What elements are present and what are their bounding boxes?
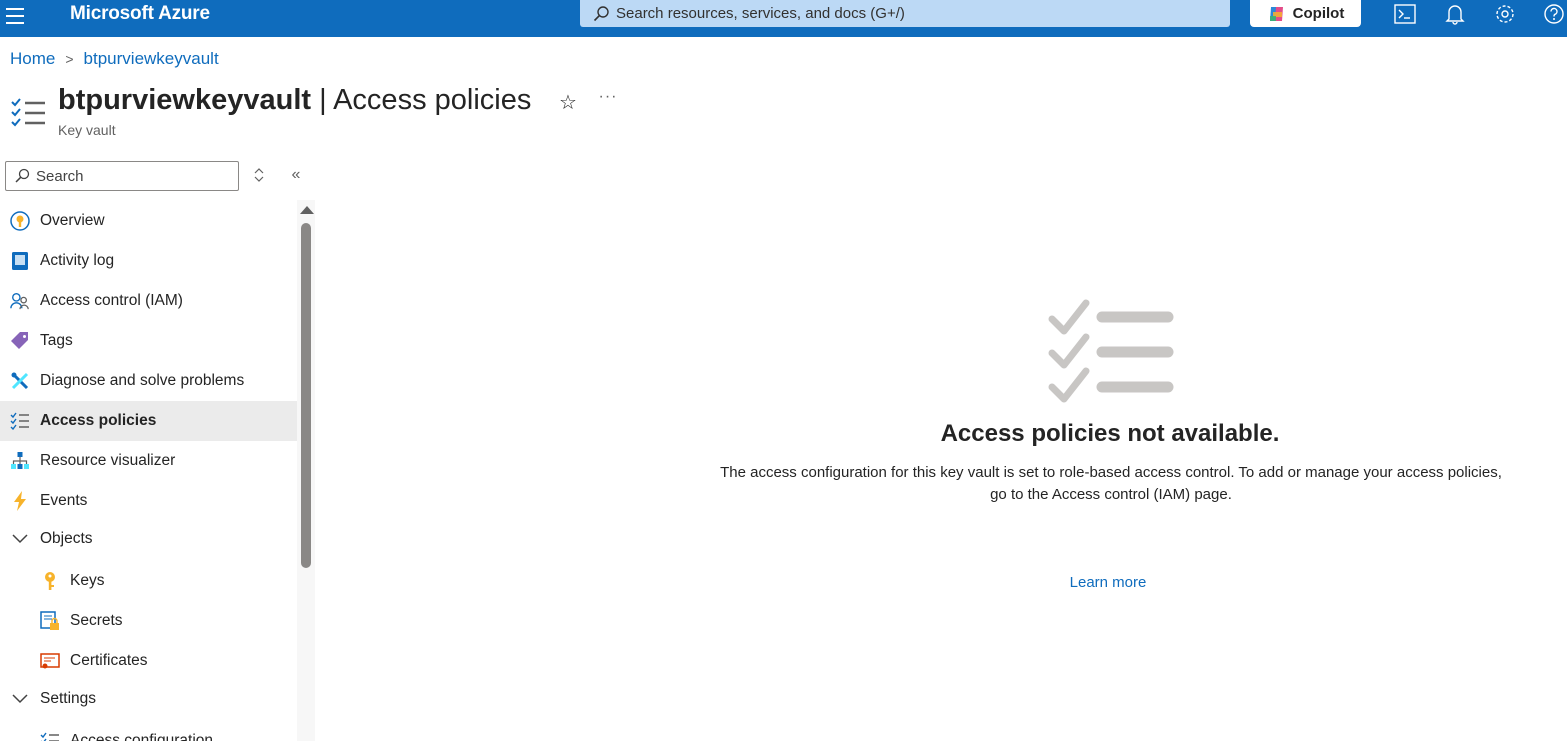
title-divider: | (311, 84, 334, 116)
sidebar-item-label: Access control (IAM) (40, 292, 183, 309)
sidebar-item-label: Resource visualizer (40, 452, 176, 469)
wrench-icon (10, 371, 30, 391)
sidebar-item-label: Activity log (40, 252, 115, 269)
sidebar-item-overview[interactable]: Overview (0, 201, 297, 241)
sidebar-search-input[interactable] (5, 161, 239, 191)
more-options-icon[interactable]: ··· (596, 88, 620, 112)
copilot-label: Copilot (1292, 5, 1345, 22)
learn-more-link[interactable]: Learn more (1000, 574, 1216, 591)
favorite-star-icon[interactable]: ☆ (556, 90, 580, 114)
resource-type: Key vault (58, 122, 116, 138)
sidebar-item-label: Access configuration (70, 732, 214, 741)
checklist-icon (40, 731, 60, 741)
copilot-button[interactable]: Copilot (1250, 0, 1361, 27)
breadcrumb: Home > btpurviewkeyvault (10, 49, 219, 69)
breadcrumb-keyvault-link[interactable]: btpurviewkeyvault (84, 49, 219, 69)
cloud-shell-icon[interactable] (1393, 2, 1417, 26)
empty-checklist-icon (1048, 299, 1174, 403)
sidebar-item-access-configuration[interactable]: Access configuration (0, 721, 297, 741)
sidebar-item-access-policies[interactable]: Access policies (0, 401, 297, 441)
sidebar-item-label: Diagnose and solve problems (40, 372, 245, 389)
global-search-placeholder: Search resources, services, and docs (G+… (616, 5, 905, 22)
sidebar-item-label: Tags (40, 332, 73, 349)
empty-state-line-1: The access configuration for this key va… (720, 464, 1502, 481)
sidebar-group-settings[interactable]: Settings (0, 679, 297, 719)
iam-icon (10, 291, 30, 311)
empty-state-title: Access policies not available. (940, 420, 1280, 447)
sidebar-item-diagnose[interactable]: Diagnose and solve problems (0, 361, 297, 401)
sidebar-item-activity-log[interactable]: Activity log (0, 241, 297, 281)
activity-log-icon (10, 251, 30, 271)
sidebar-item-resource-visualizer[interactable]: Resource visualizer (0, 441, 297, 481)
overview-icon (10, 211, 30, 231)
sidebar-item-label: Secrets (70, 612, 123, 629)
expand-collapse-icon[interactable] (250, 166, 268, 186)
chevron-down-icon (10, 689, 30, 709)
secret-icon (40, 611, 60, 631)
sidebar-item-label: Objects (40, 530, 93, 547)
sidebar-item-label: Overview (40, 212, 105, 229)
empty-state-line-2: go to the Access control (IAM) page. (990, 486, 1232, 503)
scroll-up-icon[interactable] (300, 206, 314, 214)
page-title: btpurviewkeyvault | Access policies (58, 84, 531, 117)
sidebar-item-label: Settings (40, 690, 97, 707)
sidebar-item-events[interactable]: Events (0, 481, 297, 521)
resource-name: btpurviewkeyvault (58, 84, 312, 116)
certificate-icon (40, 651, 60, 671)
chevron-down-icon (10, 529, 30, 549)
sidebar-item-certificates[interactable]: Certificates (0, 641, 297, 681)
help-icon[interactable] (1542, 2, 1566, 26)
sidebar-group-objects[interactable]: Objects (0, 519, 297, 559)
lightning-icon (10, 491, 30, 511)
breadcrumb-home-link[interactable]: Home (10, 49, 55, 69)
search-icon (593, 5, 609, 21)
sidebar-item-tags[interactable]: Tags (0, 321, 297, 361)
checklist-icon (11, 98, 45, 127)
menu-icon[interactable] (6, 8, 24, 24)
breadcrumb-separator: > (65, 51, 74, 67)
sidebar-nav: Overview Activity log Access control (IA… (0, 200, 297, 741)
search-icon (15, 168, 30, 183)
scrollbar-thumb[interactable] (301, 223, 311, 568)
copilot-icon (1269, 6, 1283, 21)
sidebar-item-label: Events (40, 492, 88, 509)
blade-name: Access policies (333, 84, 532, 116)
top-bar: Microsoft Azure Search resources, servic… (0, 0, 1567, 37)
sidebar-item-access-control[interactable]: Access control (IAM) (0, 281, 297, 321)
sidebar-item-label: Access policies (40, 412, 157, 429)
key-icon (40, 571, 60, 591)
sidebar-search-field[interactable] (36, 167, 216, 185)
settings-icon[interactable] (1493, 2, 1517, 26)
sidebar-item-keys[interactable]: Keys (0, 561, 297, 601)
tag-icon (10, 331, 30, 351)
sidebar-item-label: Keys (70, 572, 105, 589)
checklist-icon (10, 411, 30, 431)
brand-title[interactable]: Microsoft Azure (70, 3, 210, 25)
global-search-input[interactable]: Search resources, services, and docs (G+… (580, 0, 1230, 27)
collapse-sidebar-icon[interactable]: « (286, 166, 306, 186)
notifications-icon[interactable] (1443, 2, 1467, 26)
sidebar-item-secrets[interactable]: Secrets (0, 601, 297, 641)
sidebar-item-label: Certificates (70, 652, 148, 669)
empty-state-description: The access configuration for this key va… (690, 462, 1532, 506)
resource-visualizer-icon (10, 451, 30, 471)
